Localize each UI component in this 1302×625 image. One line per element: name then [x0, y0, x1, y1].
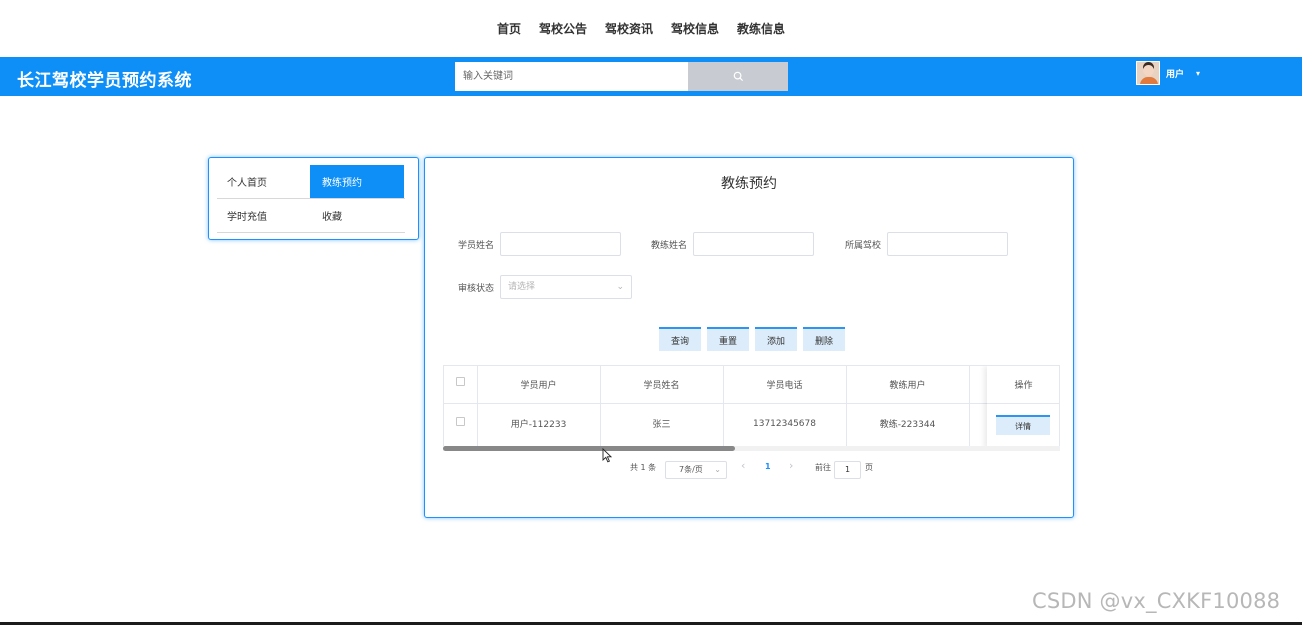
column-header-coach-user: 教练用户 [889, 381, 926, 391]
page-size-select[interactable]: 7条/页 ⌄ [665, 461, 727, 479]
operations-column: 操作 详情 [987, 366, 1059, 448]
delete-button[interactable]: 删除 [803, 327, 845, 351]
nav-home[interactable]: 首页 [497, 20, 521, 37]
chevron-down-icon: ⌄ [714, 465, 721, 474]
table-cell-student-user: 用户-112233 [510, 420, 567, 430]
nav-school-news[interactable]: 驾校资讯 [605, 20, 653, 37]
brand-title: 长江驾校学员预约系统 [17, 71, 192, 91]
column-header-student-name: 学员姓名 [643, 381, 680, 391]
sidebar-item-coach-booking[interactable]: 教练预约 [310, 165, 404, 198]
top-nav: 首页 驾校公告 驾校资讯 驾校信息 教练信息 [0, 0, 1302, 57]
mouse-cursor-icon [602, 448, 612, 463]
watermark: CSDN @vx_CXKF10088 [1032, 589, 1281, 613]
table-row-divider [987, 403, 1059, 404]
sidebar-item-personal-home[interactable]: 个人首页 [215, 165, 310, 198]
chevron-down-icon: ▾ [1196, 68, 1201, 78]
school-input[interactable] [887, 232, 1008, 256]
select-all-cell [444, 366, 477, 397]
column-header-student-user: 学员用户 [520, 381, 557, 391]
query-button[interactable]: 查询 [659, 327, 701, 351]
student-name-input[interactable] [500, 232, 621, 256]
row-select-cell [444, 404, 477, 438]
chevron-down-icon: ⌄ [616, 282, 624, 292]
review-status-select[interactable]: 请选择 ⌄ [500, 275, 632, 299]
school-label: 所属驾校 [845, 241, 882, 251]
goto-label: 前往 [815, 463, 831, 472]
search-input[interactable] [455, 62, 688, 91]
sidebar-item-favorites[interactable]: 收藏 [310, 199, 404, 232]
prev-page-button[interactable]: ‹ [741, 459, 745, 472]
nav-school-info[interactable]: 驾校信息 [671, 20, 719, 37]
page-title: 教练预约 [721, 176, 777, 192]
coach-name-label: 教练姓名 [651, 241, 688, 251]
add-button[interactable]: 添加 [755, 327, 797, 351]
table-col-divider [969, 366, 970, 448]
avatar [1136, 61, 1160, 85]
table-cell-coach-user: 教练-223344 [879, 420, 936, 430]
sidebar: 个人首页 教练预约 学时充值 收藏 [208, 157, 419, 240]
table-cell-student-phone: 13712345678 [753, 418, 816, 429]
column-header-student-phone: 学员电话 [766, 381, 803, 391]
next-page-button[interactable]: › [789, 459, 793, 472]
page-number-current[interactable]: 1 [765, 462, 771, 471]
reset-button[interactable]: 重置 [707, 327, 749, 351]
horizontal-scrollbar-thumb[interactable] [443, 446, 735, 451]
select-all-checkbox[interactable] [456, 377, 465, 386]
column-header-operations: 操作 [1014, 381, 1033, 391]
detail-button[interactable]: 详情 [996, 415, 1050, 435]
review-status-label: 审核状态 [458, 284, 495, 294]
pagination-total: 共 1 条 [630, 463, 657, 472]
sidebar-divider [217, 232, 405, 233]
sidebar-item-hours-recharge[interactable]: 学时充值 [215, 199, 310, 232]
review-status-placeholder: 请选择 [508, 282, 536, 292]
table-cell-student-name: 张三 [652, 420, 671, 430]
page-unit-label: 页 [865, 463, 873, 472]
nav-coach-info[interactable]: 教练信息 [737, 20, 785, 37]
main-panel: 教练预约 学员姓名 教练姓名 所属驾校 审核状态 请选择 ⌄ 查询 重置 添加 … [424, 157, 1074, 518]
header-bar: 长江驾校学员预约系统 用户 ▾ [0, 57, 1302, 96]
goto-page-input[interactable]: 1 [834, 461, 861, 479]
nav-school-announcements[interactable]: 驾校公告 [539, 20, 587, 37]
student-name-label: 学员姓名 [458, 241, 495, 251]
search-icon [733, 71, 743, 82]
search-button[interactable] [688, 62, 788, 91]
page-size-value: 7条/页 [679, 465, 703, 474]
booking-table: 学员用户 学员姓名 学员电话 教练用户 用户-112233 张三 1371234… [443, 365, 1060, 449]
coach-name-input[interactable] [693, 232, 814, 256]
user-name: 用户 [1166, 69, 1185, 80]
user-menu[interactable]: 用户 ▾ [1136, 61, 1200, 85]
row-checkbox[interactable] [456, 416, 465, 426]
